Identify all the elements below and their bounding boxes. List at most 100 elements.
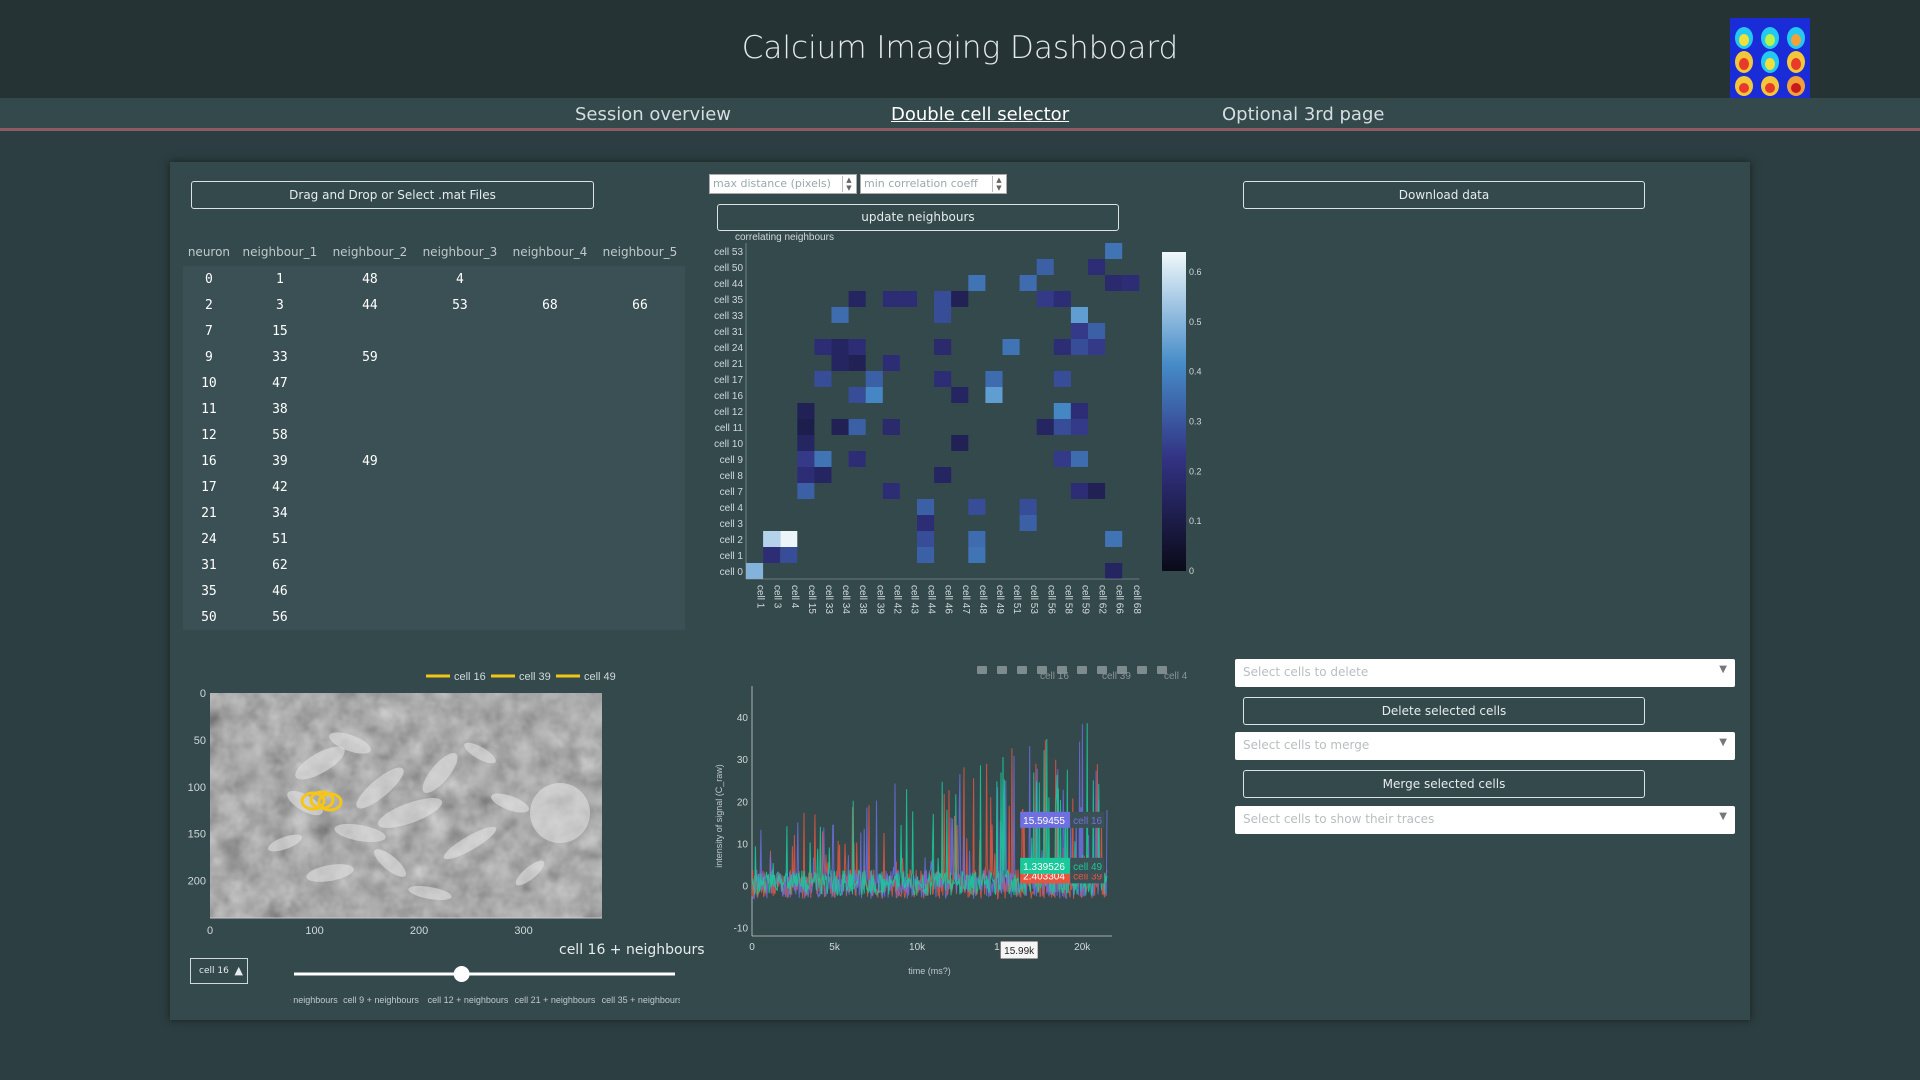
heatmap-cell[interactable] <box>1105 531 1123 547</box>
heatmap-cell[interactable] <box>1053 419 1071 435</box>
table-cell[interactable]: 51 <box>234 526 325 552</box>
table-cell[interactable] <box>594 370 685 396</box>
table-cell[interactable] <box>504 318 595 344</box>
table-row[interactable]: 11 38 <box>183 396 685 422</box>
table-cell[interactable]: 50 <box>183 604 235 630</box>
table-cell[interactable]: 33 <box>234 344 325 370</box>
trace-cells-dropdown[interactable]: Select cells to show their traces ▼ <box>1235 806 1735 834</box>
heatmap-cell[interactable] <box>1070 403 1088 419</box>
heatmap-cell[interactable] <box>831 419 849 435</box>
heatmap-cell[interactable] <box>814 467 832 483</box>
zoom-icon[interactable] <box>997 666 1007 674</box>
table-cell[interactable]: 9 <box>183 344 235 370</box>
table-cell[interactable] <box>594 396 685 422</box>
correlation-heatmap[interactable]: correlating neighbours cell 0 cell 1 cell 2… <box>700 228 1220 628</box>
heatmap-cell[interactable] <box>917 531 935 547</box>
heatmap-cell[interactable] <box>831 355 849 371</box>
heatmap-cell[interactable] <box>1053 403 1071 419</box>
heatmap-cell[interactable] <box>848 355 866 371</box>
column-header[interactable]: neighbour_3 <box>414 238 505 266</box>
heatmap-cell[interactable] <box>797 403 815 419</box>
heatmap-cell[interactable] <box>848 291 866 307</box>
table-cell[interactable] <box>414 500 505 526</box>
heatmap-cell[interactable] <box>1019 275 1037 291</box>
table-cell[interactable] <box>504 344 595 370</box>
table-cell[interactable] <box>324 578 415 604</box>
table-cell[interactable] <box>324 552 415 578</box>
autoscale-icon[interactable] <box>1077 666 1087 674</box>
download-data-button[interactable]: Download data <box>1243 181 1645 209</box>
table-cell[interactable]: 56 <box>234 604 325 630</box>
camera-icon[interactable] <box>977 666 987 674</box>
table-cell[interactable]: 62 <box>234 552 325 578</box>
table-cell[interactable] <box>504 448 595 474</box>
heatmap-cell[interactable] <box>1105 275 1123 291</box>
table-cell[interactable]: 4 <box>414 266 505 292</box>
heatmap-cell[interactable] <box>917 499 935 515</box>
table-cell[interactable] <box>414 344 505 370</box>
table-cell[interactable] <box>324 396 415 422</box>
heatmap-cell[interactable] <box>763 531 781 547</box>
table-cell[interactable] <box>414 370 505 396</box>
table-cell[interactable]: 47 <box>234 370 325 396</box>
table-cell[interactable]: 11 <box>183 396 235 422</box>
slider-mark[interactable]: cell 0 + neighbours <box>290 995 338 1005</box>
slider-mark[interactable]: cell 21 + neighbours <box>515 995 596 1005</box>
heatmap-cell[interactable] <box>848 451 866 467</box>
heatmap-cell[interactable] <box>797 451 815 467</box>
heatmap-cell[interactable] <box>968 499 986 515</box>
table-cell[interactable]: 0 <box>183 266 235 292</box>
table-cell[interactable]: 49 <box>324 448 415 474</box>
heatmap-cell[interactable] <box>882 291 900 307</box>
heatmap-cell[interactable] <box>1088 323 1106 339</box>
heatmap-cell[interactable] <box>848 387 866 403</box>
table-cell[interactable] <box>594 526 685 552</box>
table-cell[interactable]: 24 <box>183 526 235 552</box>
legend-item[interactable]: cell 49 <box>584 671 616 683</box>
heatmap-cell[interactable] <box>814 371 832 387</box>
heatmap-cell[interactable] <box>831 339 849 355</box>
heatmap-cell[interactable] <box>865 387 883 403</box>
table-cell[interactable] <box>324 318 415 344</box>
heatmap-cell[interactable] <box>1019 515 1037 531</box>
heatmap-cell[interactable] <box>882 355 900 371</box>
heatmap-cell[interactable] <box>780 531 798 547</box>
table-cell[interactable]: 15 <box>234 318 325 344</box>
table-cell[interactable]: 48 <box>324 266 415 292</box>
max-distance-input[interactable]: max distance (pixels) ▲ ▼ <box>709 174 857 194</box>
heatmap-cell[interactable] <box>797 483 815 499</box>
table-cell[interactable] <box>504 526 595 552</box>
table-cell[interactable]: 42 <box>234 474 325 500</box>
table-cell[interactable]: 7 <box>183 318 235 344</box>
table-cell[interactable]: 3 <box>234 292 325 318</box>
table-cell[interactable]: 31 <box>183 552 235 578</box>
slider-mark[interactable]: cell 9 + neighbours <box>343 995 419 1005</box>
heatmap-cell[interactable] <box>882 483 900 499</box>
heatmap-cell[interactable] <box>1070 419 1088 435</box>
table-cell[interactable] <box>414 604 505 630</box>
table-cell[interactable] <box>504 552 595 578</box>
table-row[interactable]: 7 15 <box>183 318 685 344</box>
traces-plot[interactable]: cell 16 cell 39 cell 40 5k 10k 15 20k403020100… <box>705 658 1215 1018</box>
table-cell[interactable] <box>324 526 415 552</box>
heatmap-cell[interactable] <box>934 339 952 355</box>
merge-cells-button[interactable]: Merge selected cells <box>1243 770 1645 798</box>
table-row[interactable]: 9 33 59 <box>183 344 685 370</box>
heatmap-cell[interactable] <box>797 467 815 483</box>
column-header[interactable]: neighbour_5 <box>594 238 685 266</box>
delete-cells-button[interactable]: Delete selected cells <box>1243 697 1645 725</box>
table-cell[interactable]: 1 <box>234 266 325 292</box>
heatmap-cell[interactable] <box>1070 451 1088 467</box>
heatmap-cell[interactable] <box>780 547 798 563</box>
table-cell[interactable] <box>504 266 595 292</box>
table-cell[interactable]: 66 <box>594 292 685 318</box>
heatmap-cell[interactable] <box>951 291 969 307</box>
table-cell[interactable]: 59 <box>324 344 415 370</box>
heatmap-cell[interactable] <box>1088 339 1106 355</box>
table-cell[interactable] <box>324 500 415 526</box>
trace-legend-item[interactable]: cell 16 <box>1040 671 1069 682</box>
table-cell[interactable] <box>414 422 505 448</box>
cell-image-plot[interactable]: 0 100 200 300 0 50 100 150 200 cell 16 cell 39 cell… <box>180 660 620 940</box>
table-cell[interactable]: 2 <box>183 292 235 318</box>
heatmap-cell[interactable] <box>763 547 781 563</box>
